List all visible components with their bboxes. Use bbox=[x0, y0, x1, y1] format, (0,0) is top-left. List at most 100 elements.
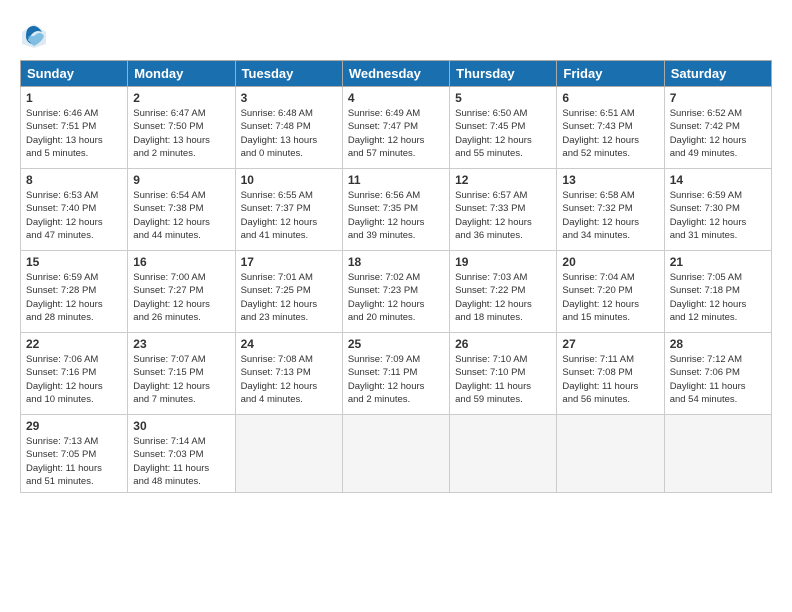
calendar-cell: 23Sunrise: 7:07 AMSunset: 7:15 PMDayligh… bbox=[128, 333, 235, 415]
day-info: Sunrise: 7:09 AMSunset: 7:11 PMDaylight:… bbox=[348, 353, 444, 406]
calendar-cell: 2 Sunrise: 6:47 AMSunset: 7:50 PMDaylight… bbox=[128, 87, 235, 169]
calendar-cell: 4 Sunrise: 6:49 AMSunset: 7:47 PMDaylight… bbox=[342, 87, 449, 169]
day-info: Sunrise: 7:14 AMSunset: 7:03 PMDaylight:… bbox=[133, 435, 229, 488]
day-info: Sunrise: 7:08 AMSunset: 7:13 PMDaylight:… bbox=[241, 353, 337, 406]
day-info: Sunrise: 7:06 AMSunset: 7:16 PMDaylight:… bbox=[26, 353, 122, 406]
calendar-cell: 25 Sunrise: 7:09 AMSunset: 7:11 PMDayligh… bbox=[342, 333, 449, 415]
weekday-header-monday: Monday bbox=[128, 61, 235, 87]
week-row-5: 29 Sunrise: 7:13 AMSunset: 7:05 PMDayligh… bbox=[21, 415, 772, 493]
day-number: 16 bbox=[133, 255, 229, 269]
calendar-cell: 8 Sunrise: 6:53 AMSunset: 7:40 PMDaylight… bbox=[21, 169, 128, 251]
day-info: Sunrise: 7:05 AMSunset: 7:18 PMDaylight:… bbox=[670, 271, 766, 324]
day-info: Sunrise: 6:58 AMSunset: 7:32 PMDaylight:… bbox=[562, 189, 658, 242]
day-info: Sunrise: 6:49 AMSunset: 7:47 PMDaylight:… bbox=[348, 107, 444, 160]
calendar-cell: 30 Sunrise: 7:14 AMSunset: 7:03 PMDayligh… bbox=[128, 415, 235, 493]
logo-icon bbox=[20, 22, 48, 50]
calendar-cell: 6 Sunrise: 6:51 AMSunset: 7:43 PMDaylight… bbox=[557, 87, 664, 169]
day-info: Sunrise: 6:59 AMSunset: 7:28 PMDaylight:… bbox=[26, 271, 122, 324]
day-info: Sunrise: 6:51 AMSunset: 7:43 PMDaylight:… bbox=[562, 107, 658, 160]
day-number: 14 bbox=[670, 173, 766, 187]
calendar-cell bbox=[450, 415, 557, 493]
calendar-cell: 9 Sunrise: 6:54 AMSunset: 7:38 PMDaylight… bbox=[128, 169, 235, 251]
weekday-header-thursday: Thursday bbox=[450, 61, 557, 87]
day-number: 29 bbox=[26, 419, 122, 433]
week-row-2: 8 Sunrise: 6:53 AMSunset: 7:40 PMDaylight… bbox=[21, 169, 772, 251]
week-row-4: 22 Sunrise: 7:06 AMSunset: 7:16 PMDayligh… bbox=[21, 333, 772, 415]
calendar-cell: 1Sunrise: 6:46 AMSunset: 7:51 PMDaylight… bbox=[21, 87, 128, 169]
week-row-1: 1Sunrise: 6:46 AMSunset: 7:51 PMDaylight… bbox=[21, 87, 772, 169]
day-number: 27 bbox=[562, 337, 658, 351]
day-info: Sunrise: 6:57 AMSunset: 7:33 PMDaylight:… bbox=[455, 189, 551, 242]
calendar-cell: 11 Sunrise: 6:56 AMSunset: 7:35 PMDayligh… bbox=[342, 169, 449, 251]
day-info: Sunrise: 7:12 AMSunset: 7:06 PMDaylight:… bbox=[670, 353, 766, 406]
calendar-cell: 15Sunrise: 6:59 AMSunset: 7:28 PMDayligh… bbox=[21, 251, 128, 333]
day-info: Sunrise: 6:50 AMSunset: 7:45 PMDaylight:… bbox=[455, 107, 551, 160]
day-number: 6 bbox=[562, 91, 658, 105]
weekday-header-friday: Friday bbox=[557, 61, 664, 87]
header bbox=[20, 18, 772, 50]
calendar-cell: 16 Sunrise: 7:00 AMSunset: 7:27 PMDayligh… bbox=[128, 251, 235, 333]
calendar-cell: 20Sunrise: 7:04 AMSunset: 7:20 PMDayligh… bbox=[557, 251, 664, 333]
calendar-cell bbox=[342, 415, 449, 493]
day-info: Sunrise: 6:59 AMSunset: 7:30 PMDaylight:… bbox=[670, 189, 766, 242]
day-number: 25 bbox=[348, 337, 444, 351]
day-number: 5 bbox=[455, 91, 551, 105]
page: SundayMondayTuesdayWednesdayThursdayFrid… bbox=[0, 0, 792, 503]
day-info: Sunrise: 6:55 AMSunset: 7:37 PMDaylight:… bbox=[241, 189, 337, 242]
calendar-cell: 12 Sunrise: 6:57 AMSunset: 7:33 PMDayligh… bbox=[450, 169, 557, 251]
day-number: 12 bbox=[455, 173, 551, 187]
calendar-cell: 7 Sunrise: 6:52 AMSunset: 7:42 PMDaylight… bbox=[664, 87, 771, 169]
day-info: Sunrise: 6:47 AMSunset: 7:50 PMDaylight:… bbox=[133, 107, 229, 160]
day-info: Sunrise: 7:03 AMSunset: 7:22 PMDaylight:… bbox=[455, 271, 551, 324]
calendar-cell bbox=[557, 415, 664, 493]
day-number: 7 bbox=[670, 91, 766, 105]
calendar-cell: 28 Sunrise: 7:12 AMSunset: 7:06 PMDayligh… bbox=[664, 333, 771, 415]
week-row-3: 15Sunrise: 6:59 AMSunset: 7:28 PMDayligh… bbox=[21, 251, 772, 333]
day-number: 9 bbox=[133, 173, 229, 187]
day-number: 21 bbox=[670, 255, 766, 269]
day-number: 8 bbox=[26, 173, 122, 187]
day-info: Sunrise: 7:04 AMSunset: 7:20 PMDaylight:… bbox=[562, 271, 658, 324]
calendar-cell: 22 Sunrise: 7:06 AMSunset: 7:16 PMDayligh… bbox=[21, 333, 128, 415]
calendar-cell bbox=[235, 415, 342, 493]
day-info: Sunrise: 6:53 AMSunset: 7:40 PMDaylight:… bbox=[26, 189, 122, 242]
day-number: 17 bbox=[241, 255, 337, 269]
day-info: Sunrise: 6:48 AMSunset: 7:48 PMDaylight:… bbox=[241, 107, 337, 160]
day-number: 4 bbox=[348, 91, 444, 105]
weekday-header-tuesday: Tuesday bbox=[235, 61, 342, 87]
day-info: Sunrise: 7:10 AMSunset: 7:10 PMDaylight:… bbox=[455, 353, 551, 406]
day-info: Sunrise: 6:56 AMSunset: 7:35 PMDaylight:… bbox=[348, 189, 444, 242]
day-number: 28 bbox=[670, 337, 766, 351]
day-info: Sunrise: 7:01 AMSunset: 7:25 PMDaylight:… bbox=[241, 271, 337, 324]
calendar-cell: 26Sunrise: 7:10 AMSunset: 7:10 PMDayligh… bbox=[450, 333, 557, 415]
calendar-cell: 27 Sunrise: 7:11 AMSunset: 7:08 PMDayligh… bbox=[557, 333, 664, 415]
day-info: Sunrise: 6:54 AMSunset: 7:38 PMDaylight:… bbox=[133, 189, 229, 242]
day-info: Sunrise: 7:13 AMSunset: 7:05 PMDaylight:… bbox=[26, 435, 122, 488]
day-number: 3 bbox=[241, 91, 337, 105]
calendar-cell: 14 Sunrise: 6:59 AMSunset: 7:30 PMDayligh… bbox=[664, 169, 771, 251]
day-info: Sunrise: 6:52 AMSunset: 7:42 PMDaylight:… bbox=[670, 107, 766, 160]
day-number: 23 bbox=[133, 337, 229, 351]
calendar-cell: 3 Sunrise: 6:48 AMSunset: 7:48 PMDaylight… bbox=[235, 87, 342, 169]
weekday-header-wednesday: Wednesday bbox=[342, 61, 449, 87]
calendar-cell: 19 Sunrise: 7:03 AMSunset: 7:22 PMDayligh… bbox=[450, 251, 557, 333]
day-number: 18 bbox=[348, 255, 444, 269]
day-info: Sunrise: 7:02 AMSunset: 7:23 PMDaylight:… bbox=[348, 271, 444, 324]
day-number: 19 bbox=[455, 255, 551, 269]
day-number: 13 bbox=[562, 173, 658, 187]
calendar-cell: 24Sunrise: 7:08 AMSunset: 7:13 PMDayligh… bbox=[235, 333, 342, 415]
day-info: Sunrise: 7:00 AMSunset: 7:27 PMDaylight:… bbox=[133, 271, 229, 324]
weekday-header-sunday: Sunday bbox=[21, 61, 128, 87]
calendar-cell: 17 Sunrise: 7:01 AMSunset: 7:25 PMDayligh… bbox=[235, 251, 342, 333]
day-number: 30 bbox=[133, 419, 229, 433]
day-info: Sunrise: 6:46 AMSunset: 7:51 PMDaylight:… bbox=[26, 107, 122, 160]
calendar-cell: 5 Sunrise: 6:50 AMSunset: 7:45 PMDaylight… bbox=[450, 87, 557, 169]
day-info: Sunrise: 7:11 AMSunset: 7:08 PMDaylight:… bbox=[562, 353, 658, 406]
day-number: 11 bbox=[348, 173, 444, 187]
day-number: 22 bbox=[26, 337, 122, 351]
calendar-cell: 13 Sunrise: 6:58 AMSunset: 7:32 PMDayligh… bbox=[557, 169, 664, 251]
day-number: 2 bbox=[133, 91, 229, 105]
day-number: 10 bbox=[241, 173, 337, 187]
calendar-table: SundayMondayTuesdayWednesdayThursdayFrid… bbox=[20, 60, 772, 493]
calendar-cell: 29 Sunrise: 7:13 AMSunset: 7:05 PMDayligh… bbox=[21, 415, 128, 493]
